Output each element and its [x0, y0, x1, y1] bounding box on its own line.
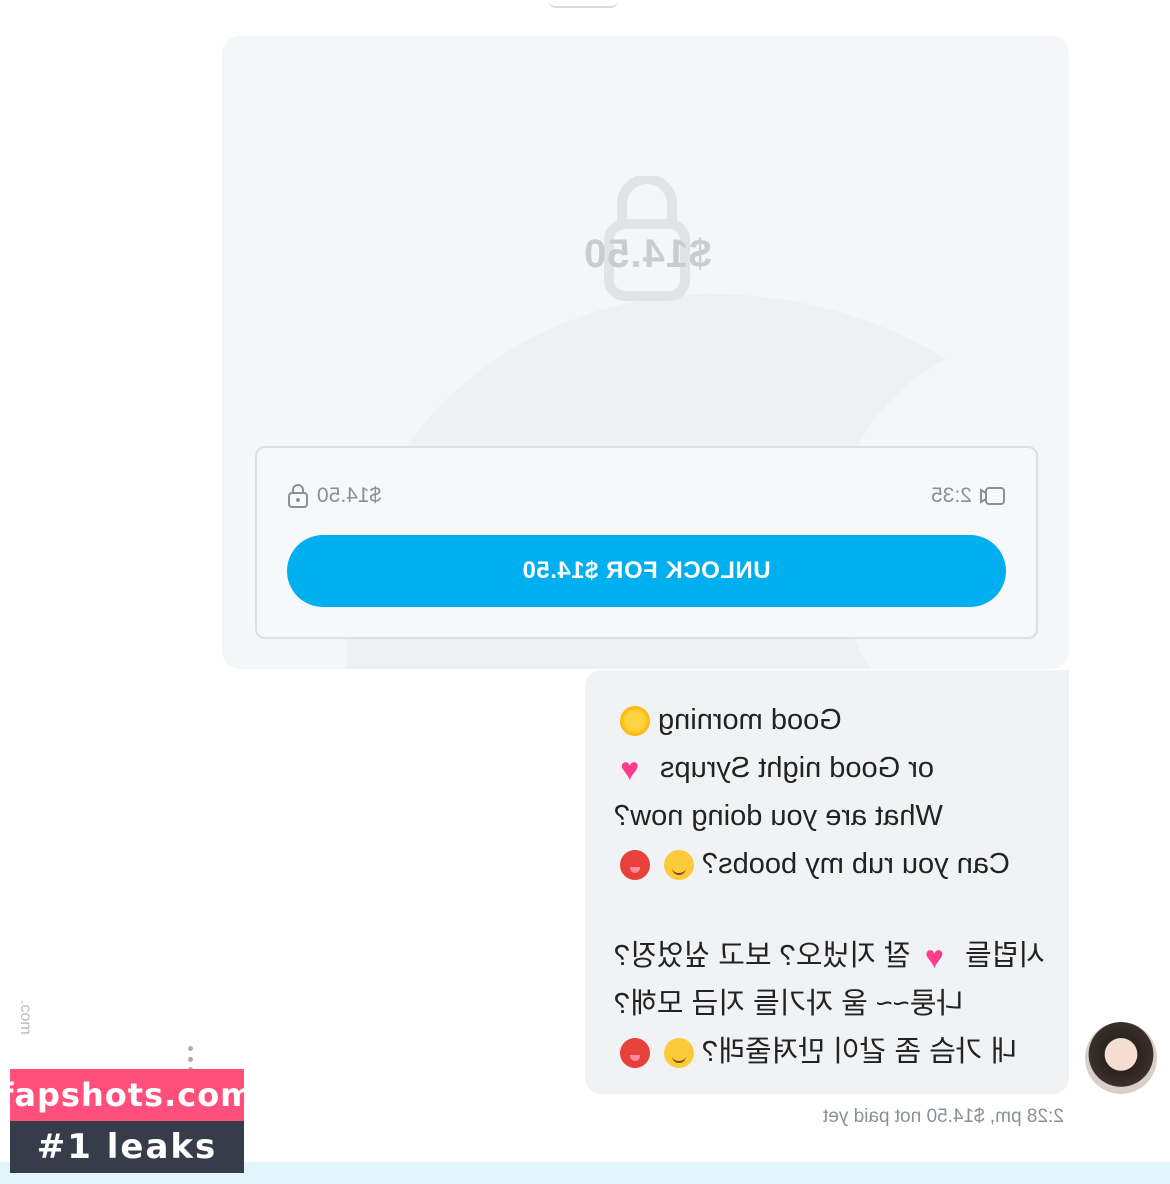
message-timestamp: 2:28 pm, $14.50 not paid yet: [823, 1106, 1064, 1127]
duration-info: 2:35: [931, 484, 1006, 508]
locked-price: $14.50: [582, 232, 712, 276]
message-line: 잘 지냈오? 보고 싶었징? 시럽들: [614, 932, 1045, 980]
video-duration: 2:35: [931, 484, 972, 507]
watermark-site: fapshots.com: [0, 1069, 254, 1121]
hot-face-emoji-icon: [620, 850, 651, 881]
sender-avatar[interactable]: [1085, 1022, 1157, 1094]
message-bubble: Good morning or Good night Syrups What a…: [585, 670, 1069, 1094]
sun-emoji-icon: [620, 706, 651, 737]
smiling-face-emoji-icon: [664, 1038, 695, 1069]
side-watermark: .com: [17, 1000, 34, 1035]
previous-message-edge: [548, 0, 618, 8]
locked-media-card[interactable]: $14.50 $14.50 2:35 UNLOCK FOR $14.50: [222, 36, 1069, 669]
message-line: What are you doing now?: [614, 800, 944, 832]
heart-emoji-icon: [620, 754, 652, 784]
smiling-face-emoji-icon: [664, 850, 695, 881]
watermark: fapshots.com #1 leaks: [0, 1069, 254, 1173]
message-line: or Good night Syrups: [614, 744, 1045, 792]
message-line: Can you rub my boobs?: [614, 840, 1045, 888]
heart-emoji-icon: [925, 942, 957, 972]
price-label: $14.50: [317, 484, 382, 507]
message-text: Good morning or Good night Syrups What a…: [614, 696, 1045, 1076]
padlock-icon: [288, 484, 308, 508]
unlock-panel: $14.50 2:35 UNLOCK FOR $14.50: [255, 446, 1038, 639]
message-line: Good morning: [614, 696, 1045, 744]
price-info: $14.50: [287, 483, 381, 509]
video-camera-icon: [980, 487, 1005, 505]
hot-face-emoji-icon: [620, 1038, 651, 1069]
unlock-button[interactable]: UNLOCK FOR $14.50: [287, 535, 1006, 607]
message-line: 내 가슴 좀 같이 만져줄래?: [614, 1028, 1045, 1076]
unlock-button-label: UNLOCK FOR $14.50: [522, 557, 771, 584]
locked-price-overlay: $14.50: [552, 176, 742, 306]
watermark-tagline: #1 leaks: [10, 1121, 244, 1173]
message-line: 나룽~~ 울 자기들 지금 모해?: [614, 988, 964, 1020]
